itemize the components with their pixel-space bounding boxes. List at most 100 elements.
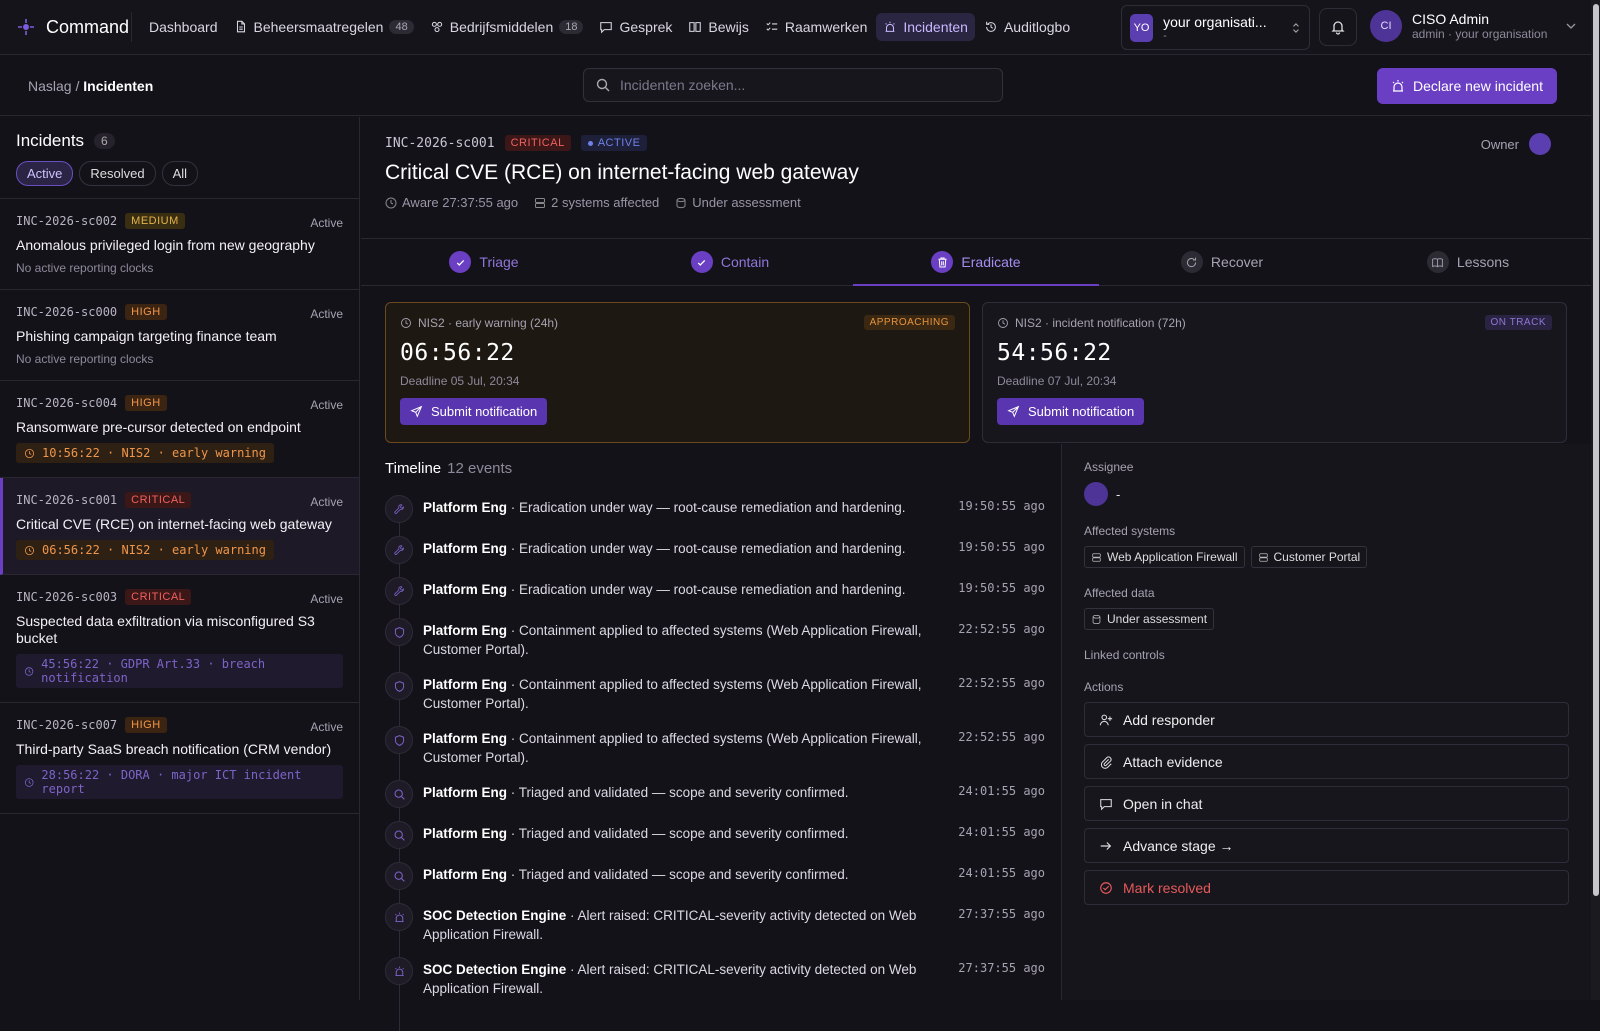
submit-notification-label: Submit notification (431, 404, 538, 419)
status-text: Active (310, 592, 343, 606)
filter-all[interactable]: All (161, 161, 199, 186)
nav-item-gesprek[interactable]: Gesprek (592, 13, 679, 41)
stage-indicator (1426, 251, 1449, 273)
clock-icon (401, 318, 411, 328)
tab-eradicate[interactable]: Eradicate (853, 239, 1099, 286)
nav-item-raamwerken[interactable]: Raamwerken (758, 13, 874, 41)
submit-notification-button[interactable]: Submit notification (400, 398, 548, 425)
system-chip[interactable]: Web Application Firewall (1084, 546, 1245, 568)
event-actor: SOC Detection Engine (423, 962, 567, 977)
org-switcher[interactable]: YO your organisati... - (1121, 5, 1310, 50)
attach-evidence-button[interactable]: Attach evidence (1084, 744, 1569, 779)
add-responder-button[interactable]: Add responder (1084, 702, 1569, 737)
list-item[interactable]: INC-2026-sc003 CRITICAL Active Suspected da… (0, 575, 359, 703)
app-name: Command (46, 16, 130, 37)
wrench-icon (393, 585, 404, 596)
event-actor: Platform Eng (423, 623, 508, 638)
org-name: your organisati... (1163, 13, 1267, 30)
clock-icon (24, 448, 35, 458)
scrollbar-thumb[interactable] (1593, 4, 1599, 896)
system-chip-label: Customer Portal (1273, 550, 1361, 564)
user-menu[interactable]: CI CISO Admin admin · your organisation (1370, 10, 1577, 42)
nav-item-incidenten[interactable]: Incidenten (876, 13, 975, 41)
owner-field[interactable]: Owner (1481, 133, 1551, 155)
tab-contain[interactable]: Contain (607, 239, 853, 285)
event-time: 22:52:55 ago (958, 622, 1045, 636)
tab-lessons[interactable]: Lessons (1345, 239, 1591, 285)
assignee-avatar (1084, 482, 1108, 506)
event-time: 24:01:55 ago (958, 866, 1045, 880)
submit-notification-button[interactable]: Submit notification (997, 398, 1145, 425)
nav-menu: Dashboard Beheersmaatregelen 48 Bedrijfsmid… (142, 13, 1077, 41)
stage-indicator (690, 251, 713, 273)
mark-resolved-button[interactable]: Mark resolved (1084, 870, 1569, 905)
advance-stage-button[interactable]: Advance stage → (1084, 828, 1569, 863)
clock-icon (385, 197, 397, 208)
incident-id: INC-2026-sc001 (385, 135, 495, 151)
list-item[interactable]: INC-2026-sc007 HIGH Active Third-party SaaS… (0, 703, 359, 814)
bell-icon (1331, 21, 1345, 35)
event-actor: Platform Eng (423, 785, 508, 800)
app-logo[interactable]: Command (0, 12, 132, 42)
reporting-clock: 45:56:22 · GDPR Art.33 · breach notifica… (16, 654, 343, 688)
incident-id: INC-2026-sc001 (16, 493, 118, 507)
timeline-event-text: Platform Eng · Eradication under way — r… (423, 500, 906, 515)
database-icon (676, 197, 686, 208)
search-icon (394, 871, 405, 882)
event-actor: Platform Eng (423, 867, 508, 882)
nav-item-auditlogbo[interactable]: Auditlogbo (977, 13, 1077, 41)
clock-label-text: NIS2 · early warning (24h) (418, 316, 559, 330)
nav-item-beheersmaatregelen[interactable]: Beheersmaatregelen 48 (227, 13, 421, 41)
incident-note: No active reporting clocks (16, 261, 154, 275)
reporting-clock-text: 28:56:22 · DORA · major ICT incident rep… (41, 768, 302, 796)
timeline-event-text: Platform Eng · Eradication under way — r… (423, 582, 906, 597)
top-navigation: Command Dashboard Beheersmaatregelen 48 Bed… (0, 0, 1600, 55)
filter-resolved[interactable]: Resolved (79, 161, 156, 186)
org-avatar: YO (1130, 13, 1154, 42)
open-in-chat-button[interactable]: Open in chat (1084, 786, 1569, 821)
clock-icon (998, 318, 1008, 328)
severity-badge: HIGH (125, 395, 167, 411)
list-item[interactable]: INC-2026-sc004 HIGH Active Ransomware pre-c… (0, 381, 359, 478)
timeline-event: Platform Eng · Eradication under way — r… (385, 536, 1045, 564)
book-icon (689, 22, 702, 32)
incident-list-panel: Incidents 6 Active Resolved All INC-2026-s… (0, 117, 360, 1000)
data-chip[interactable]: Under assessment (1084, 608, 1215, 630)
tab-triage[interactable]: Triage (361, 239, 607, 285)
tab-recover[interactable]: Recover (1099, 239, 1345, 285)
timeline-event: Platform Eng · Containment applied to af… (385, 618, 1045, 659)
timeline: Timeline 12 events Platform Eng · Eradica… (385, 460, 1045, 1031)
wrench-icon (393, 544, 404, 555)
severity-badge: HIGH (125, 717, 167, 733)
list-item[interactable]: INC-2026-sc001 CRITICAL Active Critical CVE… (0, 478, 359, 575)
assignee-field[interactable]: - (1084, 482, 1569, 506)
notifications-button[interactable] (1319, 8, 1357, 46)
nav-item-label: Auditlogbo (1003, 19, 1071, 35)
timeline-event-text: Platform Eng · Containment applied to af… (423, 677, 922, 711)
timeline-event-icon (385, 780, 413, 808)
chevron-updown-icon (1293, 22, 1299, 33)
document-icon (236, 20, 245, 33)
nav-item-dashboard[interactable]: Dashboard (142, 13, 225, 41)
declare-incident-button[interactable]: Declare new incident (1377, 68, 1557, 104)
check-icon (456, 259, 465, 266)
nav-item-label: Raamwerken (784, 19, 868, 35)
filter-active[interactable]: Active (16, 161, 74, 186)
list-item[interactable]: INC-2026-sc002 MEDIUM Active Anomalous priv… (0, 199, 359, 290)
incident-note: No active reporting clocks (16, 352, 154, 366)
list-item-header: INC-2026-sc004 HIGH (16, 395, 343, 411)
logo-icon (18, 19, 34, 35)
breadcrumb: Naslag / Incidenten (28, 78, 153, 94)
event-actor: Platform Eng (423, 500, 508, 515)
search-input[interactable] (620, 77, 980, 93)
system-chip[interactable]: Customer Portal (1250, 546, 1368, 568)
incident-title: Third-party SaaS breach notification (CR… (16, 741, 332, 757)
checklist-icon (766, 22, 778, 31)
submit-notification-label: Submit notification (1028, 404, 1135, 419)
breadcrumb-parent[interactable]: Naslag (28, 78, 72, 94)
timeline-event-text: Platform Eng · Triaged and validated — s… (423, 826, 849, 841)
list-item[interactable]: INC-2026-sc000 HIGH Active Phishing campaig… (0, 290, 359, 381)
nav-item-bewijs[interactable]: Bewijs (681, 13, 755, 41)
timeline-event-icon (385, 672, 413, 700)
nav-item-bedrijfsmiddelen[interactable]: Bedrijfsmiddelen 18 (423, 13, 591, 41)
